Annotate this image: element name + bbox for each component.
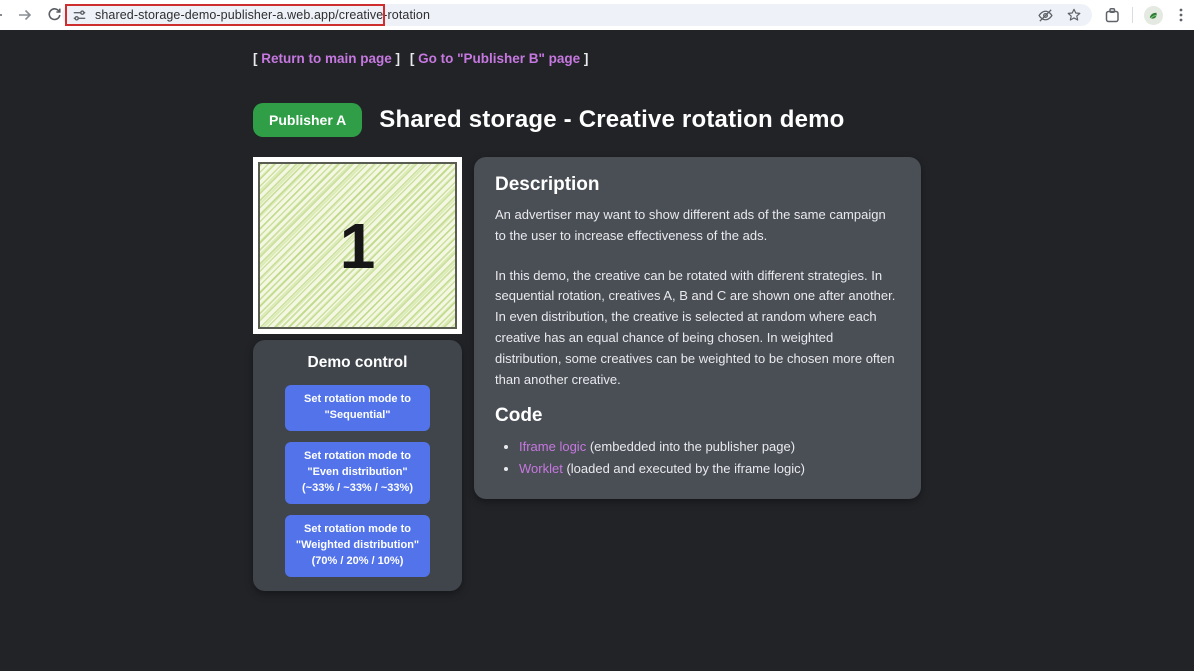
profile-avatar[interactable]: [1144, 6, 1163, 25]
demo-control-title: Demo control: [253, 354, 462, 372]
url-bar[interactable]: shared-storage-demo-publisher-a.web.app/…: [62, 4, 1092, 26]
publisher-badge: Publisher A: [253, 103, 362, 137]
description-card: Description An advertiser may want to sh…: [474, 157, 921, 499]
page-title: Shared storage - Creative rotation demo: [379, 106, 844, 134]
nav-link-publisher-b: [ Go to "Publisher B" page ]: [410, 51, 589, 66]
bracket: ]: [584, 51, 589, 66]
publisher-b-link[interactable]: Go to "Publisher B" page: [418, 51, 580, 66]
reload-icon[interactable]: [46, 7, 62, 23]
ad-creative-iframe[interactable]: 1: [253, 157, 462, 334]
weighted-distribution-mode-button[interactable]: Set rotation mode to "Weighted distribut…: [285, 515, 430, 577]
ad-creative-image[interactable]: 1: [258, 162, 457, 329]
description-paragraph: In this demo, the creative can be rotate…: [495, 266, 900, 391]
bracket: [: [410, 51, 415, 66]
browser-chrome: shared-storage-demo-publisher-a.web.app/…: [0, 0, 1194, 30]
code-links-list: Iframe logic (embedded into the publishe…: [495, 436, 900, 480]
browser-toolbar-right: [1104, 6, 1188, 25]
extensions-icon[interactable]: [1104, 7, 1121, 24]
description-paragraph: An advertiser may want to show different…: [495, 205, 900, 247]
url-text[interactable]: shared-storage-demo-publisher-a.web.app/…: [95, 8, 1029, 22]
star-icon[interactable]: [1066, 7, 1082, 23]
code-list-item: Iframe logic (embedded into the publishe…: [519, 436, 900, 458]
eye-off-icon[interactable]: [1037, 7, 1054, 24]
forward-arrow-icon[interactable]: [17, 7, 33, 23]
page-header: Publisher A Shared storage - Creative ro…: [253, 103, 1194, 137]
back-arrow-icon[interactable]: [0, 7, 4, 23]
description-heading: Description: [495, 174, 900, 196]
demo-control-panel: Demo control Set rotation mode to "Seque…: [253, 340, 462, 591]
kebab-menu-icon[interactable]: [1174, 7, 1188, 23]
browser-nav-buttons: [0, 7, 62, 23]
return-main-link[interactable]: Return to main page: [261, 51, 392, 66]
toolbar-separator: [1132, 7, 1133, 23]
bracket: [: [253, 51, 258, 66]
code-heading: Code: [495, 405, 900, 427]
code-item-note: (loaded and executed by the iframe logic…: [563, 461, 805, 476]
creative-number: 1: [340, 214, 376, 278]
page-content: [ Return to main page ] [ Go to "Publish…: [0, 30, 1194, 671]
left-column: 1 Demo control Set rotation mode to "Seq…: [253, 157, 462, 591]
bracket: ]: [396, 51, 401, 66]
top-navigation: [ Return to main page ] [ Go to "Publish…: [253, 51, 1194, 66]
worklet-link[interactable]: Worklet: [519, 461, 563, 476]
code-item-note: (embedded into the publisher page): [586, 439, 795, 454]
main-content-row: 1 Demo control Set rotation mode to "Seq…: [253, 157, 1194, 591]
code-list-item: Worklet (loaded and executed by the ifra…: [519, 458, 900, 480]
even-distribution-mode-button[interactable]: Set rotation mode to "Even distribution"…: [285, 442, 430, 504]
iframe-logic-link[interactable]: Iframe logic: [519, 439, 586, 454]
sequential-mode-button[interactable]: Set rotation mode to "Sequential": [285, 385, 430, 431]
tune-icon[interactable]: [72, 8, 87, 23]
nav-link-main-page: [ Return to main page ]: [253, 51, 404, 66]
